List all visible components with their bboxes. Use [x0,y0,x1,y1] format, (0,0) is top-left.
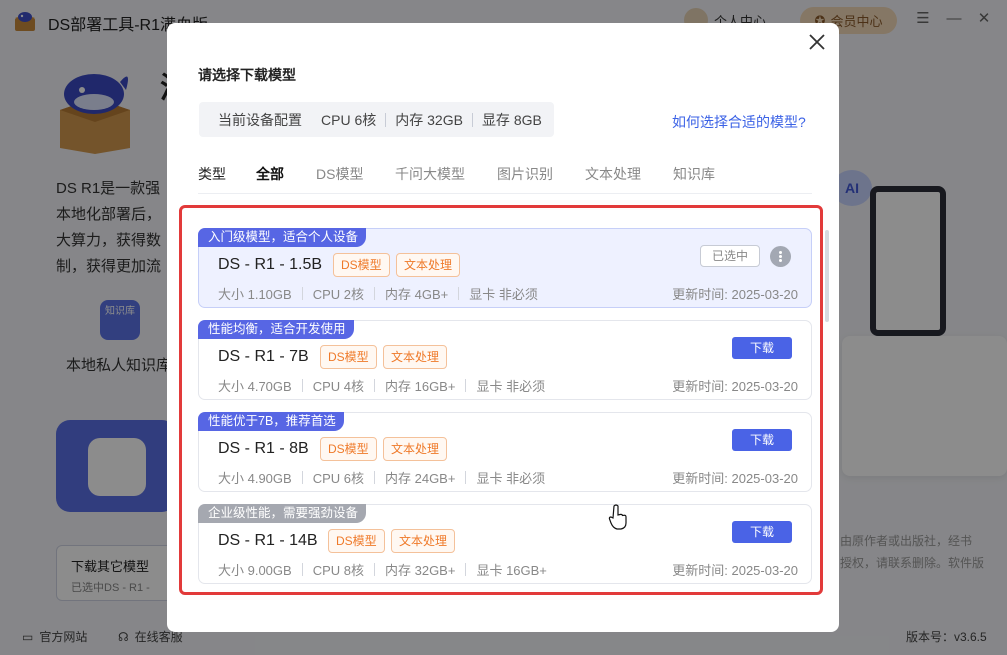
tab-all[interactable]: 全部 [256,164,284,184]
tab-qwen-models[interactable]: 千问大模型 [395,164,465,184]
device-config-label: 当前设备配置 [218,111,302,128]
highlight-frame [179,205,823,595]
model-help-link[interactable]: 如何选择合适的模型? [672,112,806,132]
hand-pointer-icon [608,504,627,530]
model-list-scrollbar[interactable] [825,230,829,322]
tab-knowledge-base[interactable]: 知识库 [673,164,715,184]
device-vram: 显存 8GB [481,111,542,128]
category-tabs: 类型 全部 DS模型 千问大模型 图片识别 文本处理 知识库 [198,164,812,194]
dialog-title: 请选择下载模型 [198,67,296,83]
close-icon[interactable] [807,32,827,52]
tab-type-label: 类型 [198,166,226,182]
tab-image-recognition[interactable]: 图片识别 [497,164,553,184]
device-memory: 内存 32GB [395,111,463,128]
tab-text-processing[interactable]: 文本处理 [585,164,641,184]
device-config-bar: 当前设备配置 CPU 6核 内存 32GB 显存 8GB [199,102,554,137]
tab-ds-models[interactable]: DS模型 [316,164,363,184]
device-cpu: CPU 6核 [321,111,377,128]
